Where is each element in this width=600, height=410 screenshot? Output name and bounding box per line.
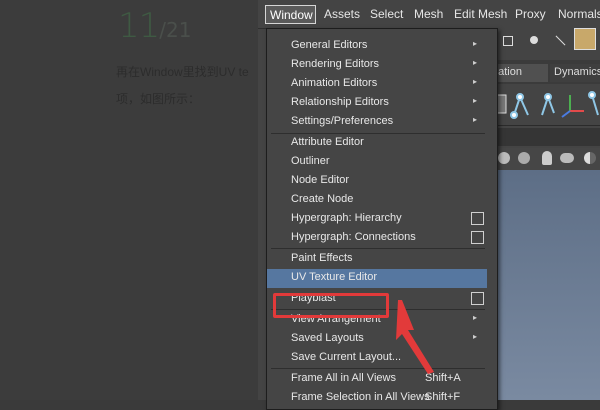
instruction-line-1: 再在Window里找到UV te <box>116 65 249 79</box>
step-counter: 11/21 <box>118 6 191 46</box>
tutorial-panel: 11/21 再在Window里找到UV te 项，如图所示： <box>0 0 258 400</box>
maya-window: Window Assets Select Mesh Edit Mesh Prox… <box>258 0 600 410</box>
step-total: /21 <box>159 18 192 42</box>
instruction-line-2: 项，如图所示： <box>116 92 201 106</box>
red-arrow-icon <box>396 300 434 374</box>
step-number: 11 <box>118 6 160 46</box>
